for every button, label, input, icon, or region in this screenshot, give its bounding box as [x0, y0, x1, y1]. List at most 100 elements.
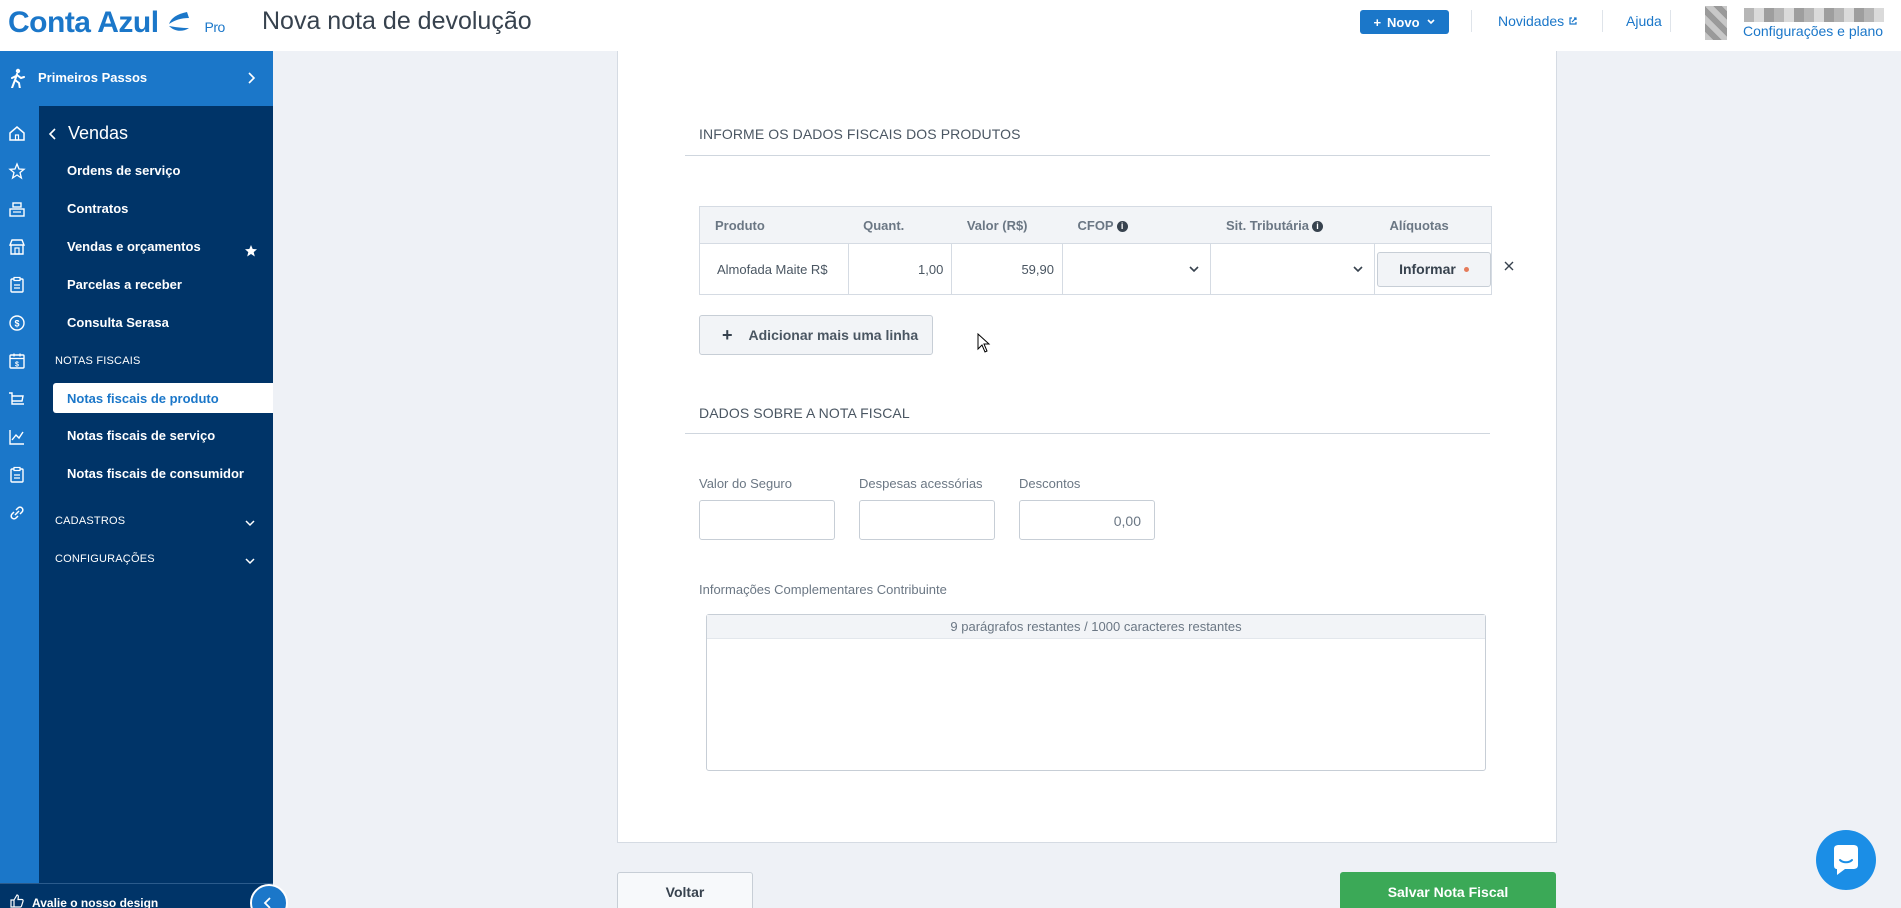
feedback-label: Avalie o nosso design — [32, 896, 159, 908]
informar-button[interactable]: Informar — [1376, 251, 1491, 287]
thumbs-up-icon — [10, 894, 24, 908]
value-input[interactable]: 59,90 — [951, 243, 1063, 295]
back-button[interactable]: Voltar — [617, 872, 753, 908]
conta-azul-logo[interactable]: Conta Azul Pro — [8, 6, 225, 40]
required-indicator — [1463, 266, 1469, 272]
col-quant: Quant. — [848, 206, 952, 244]
cfop-select[interactable] — [1062, 243, 1212, 295]
col-valor: Valor (R$) — [951, 206, 1063, 244]
info-icon[interactable]: i — [1116, 220, 1128, 232]
primeiros-passos-button[interactable]: Primeiros Passos — [0, 51, 273, 106]
sidebar-item-ordens-servico[interactable]: Ordens de serviço — [67, 163, 180, 178]
char-counter: 9 parágrafos restantes / 1000 caracteres… — [707, 615, 1485, 639]
star-icon[interactable] — [8, 162, 26, 180]
info-complementares-label: Informações Complementares Contribuinte — [699, 582, 947, 597]
user-name-redacted — [1744, 8, 1884, 22]
cfop-label: CFOP — [1077, 217, 1114, 233]
informar-label: Informar — [1399, 261, 1456, 277]
novidades-label: Novidades — [1498, 13, 1565, 29]
store-icon[interactable] — [8, 238, 26, 256]
new-button-label: Novo — [1387, 14, 1420, 30]
section-cadastros[interactable]: CADASTROS — [55, 515, 125, 527]
chevron-down-icon — [1353, 266, 1363, 273]
vendas-label: Vendas — [68, 123, 129, 143]
sidebar-item-label: Notas fiscais de produto — [67, 391, 219, 406]
sit-tributaria-select[interactable] — [1210, 243, 1375, 295]
collapse-sidebar-button[interactable] — [250, 884, 288, 908]
seguro-label: Valor do Seguro — [699, 476, 792, 491]
logo-mark-icon — [168, 12, 189, 31]
clipboard-icon[interactable] — [8, 276, 26, 294]
mouse-cursor-icon — [977, 333, 991, 353]
close-icon[interactable] — [1503, 260, 1515, 272]
col-aliquotas: Alíquotas — [1374, 206, 1493, 244]
sit-tributaria-label: Sit. Tributária — [1225, 217, 1310, 233]
link-icon[interactable] — [8, 504, 26, 522]
logo-text: Conta Azul — [8, 6, 159, 39]
chevron-right-icon — [248, 72, 256, 84]
sidebar-item-contratos[interactable]: Contratos — [67, 201, 128, 216]
add-line-label: Adicionar mais uma linha — [748, 327, 919, 343]
chevron-down-icon — [1426, 19, 1435, 25]
avatar[interactable] — [1705, 6, 1727, 40]
walking-person-icon — [11, 68, 25, 90]
divider — [685, 155, 1490, 156]
sidebar-item-parcelas-receber[interactable]: Parcelas a receber — [67, 277, 182, 292]
despesas-input[interactable] — [859, 500, 995, 540]
products-table: Produto Quant. Valor (R$) CFOP i Sit. Tri… — [699, 206, 1493, 295]
section-configuracoes[interactable]: CONFIGURAÇÕES — [55, 553, 155, 565]
top-header: Conta Azul Pro Nova nota de devolução + … — [0, 0, 1901, 51]
calendar-money-icon[interactable]: $ — [8, 352, 26, 370]
chevron-down-icon[interactable] — [244, 517, 256, 529]
chevron-left-icon — [48, 127, 56, 140]
seguro-input[interactable] — [699, 500, 835, 540]
chat-icon — [1834, 845, 1858, 875]
col-produto: Produto — [699, 206, 849, 244]
divider — [1670, 10, 1671, 32]
divider — [1471, 10, 1472, 32]
sidebar-item-notas-consumidor[interactable]: Notas fiscais de consumidor — [67, 466, 244, 481]
novidades-link[interactable]: Novidades — [1498, 13, 1578, 29]
sidebar-item-notas-servico[interactable]: Notas fiscais de serviço — [67, 428, 215, 443]
settings-link[interactable]: Configurações e plano — [1743, 23, 1883, 39]
cart-icon[interactable] — [8, 390, 26, 408]
chevron-left-icon — [263, 897, 271, 908]
divider — [1602, 10, 1603, 32]
plus-icon: + — [722, 324, 733, 345]
nota-section-title: DADOS SOBRE A NOTA FISCAL — [699, 405, 910, 421]
page-title: Nova nota de devolução — [262, 7, 532, 35]
cash-register-icon[interactable] — [8, 200, 26, 218]
star-filled-icon[interactable] — [244, 244, 258, 258]
home-icon[interactable] — [8, 124, 26, 142]
new-button[interactable]: + Novo — [1360, 10, 1449, 34]
form-card: INFORME OS DADOS FISCAIS DOS PRODUTOS Pr… — [617, 51, 1557, 843]
add-line-button[interactable]: + Adicionar mais uma linha — [699, 315, 933, 355]
feedback-link[interactable]: Avalie o nosso design — [0, 883, 273, 908]
despesas-label: Despesas acessórias — [859, 476, 983, 491]
section-notas-fiscais: NOTAS FISCAIS — [55, 355, 141, 367]
col-cfop: CFOP i — [1062, 206, 1211, 244]
back-to-vendas[interactable]: Vendas — [48, 123, 128, 144]
descontos-input[interactable]: 0,00 — [1019, 500, 1155, 540]
table-row: Almofada Maite R$ 1,00 59,90 Informar — [699, 243, 1493, 295]
primeiros-passos-label: Primeiros Passos — [38, 70, 148, 85]
save-button[interactable]: Salvar Nota Fiscal — [1340, 872, 1556, 908]
chevron-down-icon — [1189, 266, 1200, 273]
sidebar-nav-panel: Vendas Ordens de serviço Contratos Venda… — [39, 106, 273, 908]
chevron-down-icon[interactable] — [244, 555, 256, 567]
sidebar-item-consulta-serasa[interactable]: Consulta Serasa — [67, 315, 169, 330]
sidebar-icon-bar: $ $ — [0, 88, 39, 908]
line-chart-icon[interactable] — [8, 428, 26, 446]
aliquotas-cell: Informar — [1374, 243, 1493, 295]
ajuda-link[interactable]: Ajuda — [1626, 13, 1662, 29]
sidebar-item-vendas-orcamentos[interactable]: Vendas e orçamentos — [67, 239, 201, 254]
info-complementares-textarea[interactable]: 9 parágrafos restantes / 1000 caracteres… — [706, 614, 1486, 771]
info-icon[interactable]: i — [1312, 220, 1324, 232]
product-name-input[interactable]: Almofada Maite R$ — [699, 243, 849, 295]
quantity-input[interactable]: 1,00 — [848, 243, 953, 295]
chat-button[interactable] — [1816, 830, 1876, 890]
plus-icon: + — [1373, 14, 1382, 30]
sidebar-item-notas-produto[interactable]: Notas fiscais de produto — [53, 383, 273, 413]
dollar-circle-icon[interactable]: $ — [8, 314, 26, 332]
clipboard-list-icon[interactable] — [8, 466, 26, 484]
